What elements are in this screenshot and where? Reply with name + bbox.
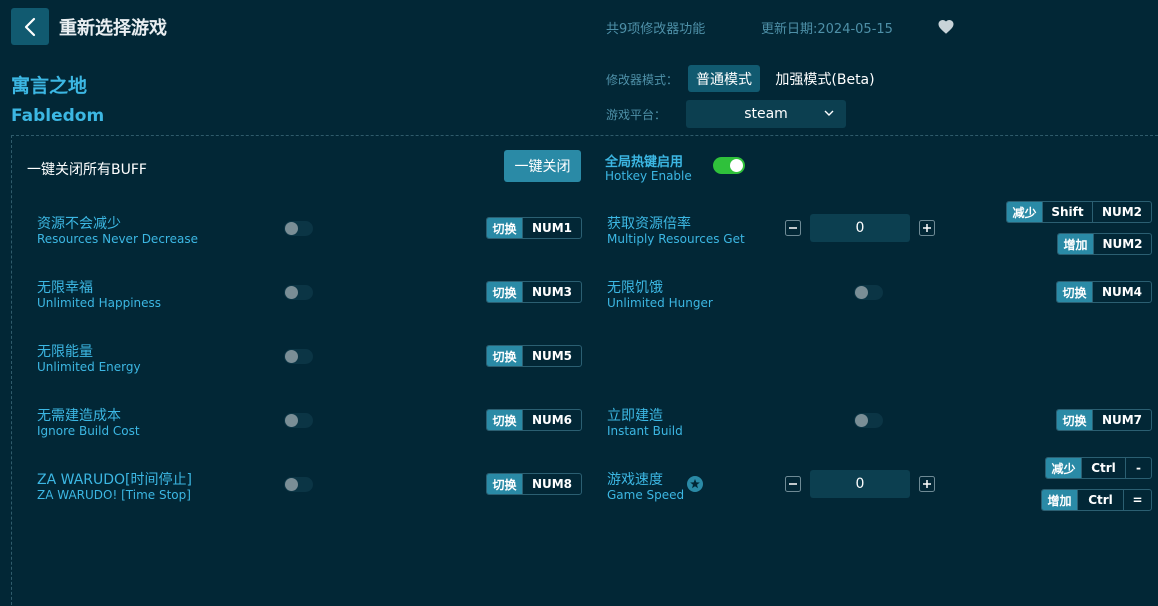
hotkey-tag: 切换 xyxy=(1057,282,1092,302)
page-title: 重新选择游戏 xyxy=(59,18,167,39)
star-icon xyxy=(687,476,703,492)
hotkey-tag: 切换 xyxy=(487,474,522,494)
feature-energy-en: Unlimited Energy xyxy=(37,360,141,374)
hotkey-key: NUM3 xyxy=(522,282,581,302)
feature-energy-cn: 无限能量 xyxy=(37,344,93,360)
hotkey-tag: 切换 xyxy=(487,282,522,302)
feature-build-cost-cn: 无需建造成本 xyxy=(37,408,121,424)
back-button[interactable] xyxy=(11,8,49,45)
hotkey-tag: 切换 xyxy=(1057,410,1092,430)
feature-count: 共9项修改器功能 xyxy=(606,22,706,37)
feature-game-speed-cn: 游戏速度 xyxy=(607,472,663,488)
resources-toggle[interactable] xyxy=(284,221,313,236)
instant-build-hotkey[interactable]: 切换 NUM7 xyxy=(1056,409,1152,431)
hotkey-tag: 切换 xyxy=(487,346,522,366)
hunger-toggle[interactable] xyxy=(854,285,883,300)
instant-build-toggle[interactable] xyxy=(854,413,883,428)
hotkey-key: NUM7 xyxy=(1092,410,1151,430)
toggle-knob xyxy=(285,478,298,491)
hotkey-tag: 切换 xyxy=(487,218,522,238)
features-panel xyxy=(11,135,1158,606)
time-stop-toggle[interactable] xyxy=(284,477,313,492)
feature-instant-build-cn: 立即建造 xyxy=(607,408,663,424)
game-speed-minus-icon[interactable] xyxy=(785,476,801,492)
toggle-knob xyxy=(855,286,868,299)
energy-toggle[interactable] xyxy=(284,349,313,364)
multiply-value: 0 xyxy=(855,220,865,236)
update-date: 更新日期:2024-05-15 xyxy=(761,22,893,37)
hotkey-key: NUM6 xyxy=(522,410,581,430)
happiness-toggle[interactable] xyxy=(284,285,313,300)
hotkey-key: NUM1 xyxy=(522,218,581,238)
multiply-decrease-hotkey[interactable]: 减少 Shift NUM2 xyxy=(1006,201,1152,223)
game-speed-increase-hotkey[interactable]: 增加 Ctrl = xyxy=(1041,489,1152,511)
game-title-en: Fabledom xyxy=(11,106,105,126)
build-cost-toggle[interactable] xyxy=(284,413,313,428)
hotkey-enable-label-cn: 全局热键启用 xyxy=(605,155,684,170)
hotkey-tag: 减少 xyxy=(1007,202,1042,222)
hotkey-key: NUM2 xyxy=(1092,202,1151,222)
chevron-left-icon xyxy=(24,17,36,36)
time-stop-hotkey[interactable]: 切换 NUM8 xyxy=(486,473,582,495)
multiply-minus-icon[interactable] xyxy=(785,220,801,236)
feature-time-stop-en: ZA WARUDO! [Time Stop] xyxy=(37,488,191,502)
energy-hotkey[interactable]: 切换 NUM5 xyxy=(486,345,582,367)
hunger-hotkey[interactable]: 切换 NUM4 xyxy=(1056,281,1152,303)
feature-resources-cn: 资源不会减少 xyxy=(37,216,121,232)
chevron-down-icon xyxy=(824,110,834,116)
hotkey-tag: 切换 xyxy=(487,410,522,430)
hotkey-enable-label-en: Hotkey Enable xyxy=(605,169,692,183)
platform-select[interactable]: steam xyxy=(686,100,846,128)
build-cost-hotkey[interactable]: 切换 NUM6 xyxy=(486,409,582,431)
multiply-plus-icon[interactable] xyxy=(919,220,935,236)
close-all-buff-label: 一键关闭所有BUFF xyxy=(27,162,147,178)
toggle-knob xyxy=(730,159,743,172)
hotkey-modifier: Shift xyxy=(1042,202,1092,222)
normal-mode-button[interactable]: 普通模式 xyxy=(688,65,760,92)
feature-happiness-cn: 无限幸福 xyxy=(37,280,93,296)
game-speed-plus-icon[interactable] xyxy=(919,476,935,492)
multiply-increase-hotkey[interactable]: 增加 NUM2 xyxy=(1057,233,1152,255)
hotkey-enable-toggle[interactable] xyxy=(713,157,745,174)
game-speed-value-input[interactable]: 0 xyxy=(810,470,910,498)
hotkey-key: - xyxy=(1125,458,1151,478)
feature-game-speed-en: Game Speed xyxy=(607,488,685,502)
hotkey-key: NUM2 xyxy=(1093,234,1151,254)
toggle-knob xyxy=(285,414,298,427)
feature-time-stop-cn: ZA WARUDO[时间停止] xyxy=(37,472,192,488)
toggle-knob xyxy=(285,286,298,299)
feature-resources-en: Resources Never Decrease xyxy=(37,232,198,246)
feature-happiness-en: Unlimited Happiness xyxy=(37,296,162,310)
game-speed-value: 0 xyxy=(855,476,865,492)
game-speed-decrease-hotkey[interactable]: 减少 Ctrl - xyxy=(1045,457,1152,479)
hotkey-key: = xyxy=(1123,490,1151,510)
feature-multiply-cn: 获取资源倍率 xyxy=(607,216,691,232)
feature-build-cost-en: Ignore Build Cost xyxy=(37,424,140,438)
resources-hotkey[interactable]: 切换 NUM1 xyxy=(486,217,582,239)
platform-value: steam xyxy=(744,106,788,122)
toggle-knob xyxy=(285,350,298,363)
enhanced-mode-button[interactable]: 加强模式(Beta) xyxy=(770,65,880,92)
game-title-cn: 寓言之地 xyxy=(11,75,88,97)
hotkey-key: NUM4 xyxy=(1092,282,1151,302)
feature-instant-build-en: Instant Build xyxy=(607,424,683,438)
hotkey-tag: 增加 xyxy=(1042,490,1077,510)
feature-multiply-en: Multiply Resources Get xyxy=(607,232,745,246)
happiness-hotkey[interactable]: 切换 NUM3 xyxy=(486,281,582,303)
hotkey-tag: 减少 xyxy=(1046,458,1081,478)
feature-hunger-cn: 无限饥饿 xyxy=(607,280,663,296)
hotkey-modifier: Ctrl xyxy=(1077,490,1123,510)
close-all-button[interactable]: 一键关闭 xyxy=(504,150,581,182)
hotkey-modifier: Ctrl xyxy=(1081,458,1125,478)
mode-label: 修改器模式： xyxy=(606,73,679,87)
multiply-value-input[interactable]: 0 xyxy=(810,214,910,242)
toggle-knob xyxy=(855,414,868,427)
platform-label: 游戏平台： xyxy=(606,108,667,122)
hotkey-tag: 增加 xyxy=(1058,234,1093,254)
hotkey-key: NUM8 xyxy=(522,474,581,494)
toggle-knob xyxy=(285,222,298,235)
heart-icon[interactable] xyxy=(937,18,955,36)
feature-hunger-en: Unlimited Hunger xyxy=(607,296,713,310)
hotkey-key: NUM5 xyxy=(522,346,581,366)
